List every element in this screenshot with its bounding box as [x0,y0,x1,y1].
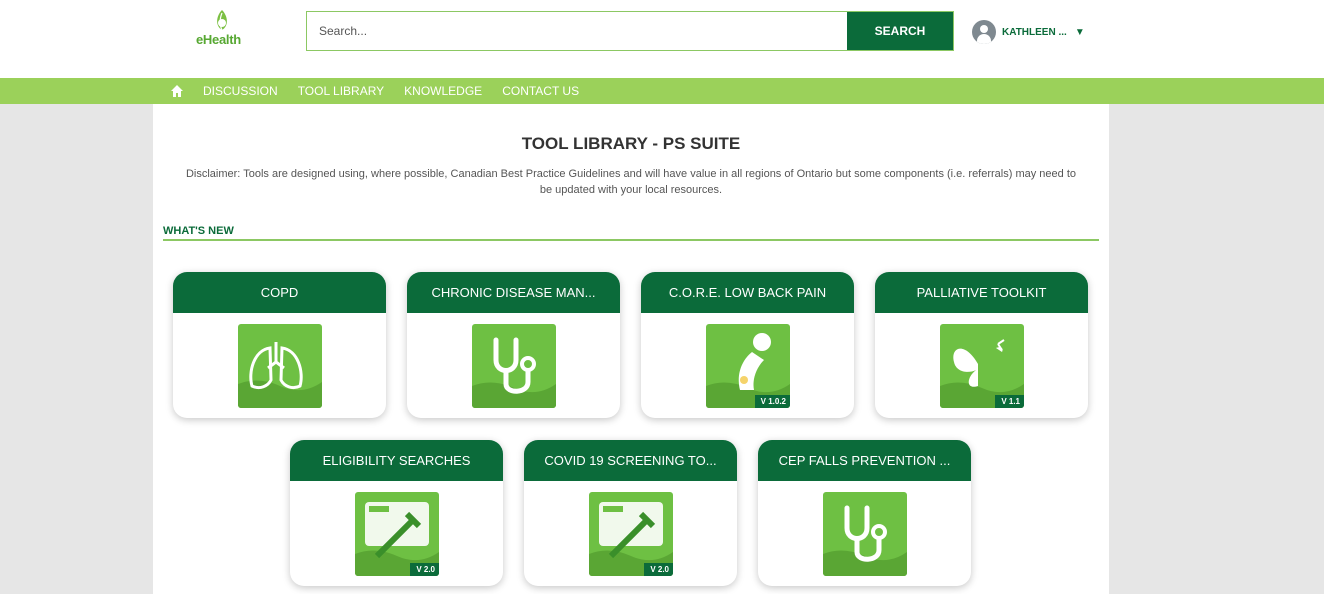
avatar [972,20,996,44]
back-pain-icon: V 1.0.2 [706,324,790,408]
tool-card-covid-screening[interactable]: COVID 19 SCREENING TO... V 2.0 [524,440,737,586]
disclaimer-text: Disclaimer: Tools are designed using, wh… [185,168,1077,196]
version-badge: V 2.0 [644,563,673,576]
tool-card-chronic-disease[interactable]: CHRONIC DISEASE MAN... [407,272,620,418]
stethoscope-icon [823,492,907,576]
search-button[interactable]: SEARCH [847,12,953,50]
nav-item-discussion[interactable]: DISCUSSION [203,84,278,98]
section-divider [163,239,1099,241]
content-panel: TOOL LIBRARY - PS SUITE Disclaimer: Tool… [153,104,1109,594]
tool-card-copd[interactable]: COPD [173,272,386,418]
nav-item-tool-library[interactable]: TOOL LIBRARY [298,84,384,98]
header: eHealth SEARCH KATHLEEN ... ▼ [0,0,1324,78]
card-title: COPD [173,272,386,313]
butterfly-icon: V 1.1 [940,324,1024,408]
ehealth-logo[interactable]: eHealth [192,8,256,50]
logo-text: eHealth [196,32,241,47]
home-icon[interactable] [170,84,184,98]
card-title: CHRONIC DISEASE MAN... [407,272,620,313]
syringe-icon: V 2.0 [589,492,673,576]
user-name: KATHLEEN ... [1002,26,1067,38]
version-badge: V 2.0 [410,563,439,576]
search-bar: SEARCH [306,11,954,51]
card-title: C.O.R.E. LOW BACK PAIN [641,272,854,313]
tool-card-eligibility-searches[interactable]: ELIGIBILITY SEARCHES V 2.0 [290,440,503,586]
card-title: PALLIATIVE TOOLKIT [875,272,1088,313]
nav-item-contact-us[interactable]: CONTACT US [502,84,579,98]
tool-card-core-low-back-pain[interactable]: C.O.R.E. LOW BACK PAIN V 1.0.2 [641,272,854,418]
user-menu[interactable]: KATHLEEN ... ▼ [972,20,1085,44]
stethoscope-icon [472,324,556,408]
section-heading: WHAT'S NEW [163,225,234,237]
main-nav: DISCUSSION TOOL LIBRARY KNOWLEDGE CONTAC… [0,78,1324,104]
version-badge: V 1.0.2 [754,395,790,408]
page-title: TOOL LIBRARY - PS SUITE [521,134,741,153]
nav-item-knowledge[interactable]: KNOWLEDGE [404,84,482,98]
caret-down-icon: ▼ [1074,26,1085,38]
syringe-icon: V 2.0 [355,492,439,576]
leaf-logo-icon [217,10,227,31]
version-badge: V 1.1 [995,395,1024,408]
card-title: ELIGIBILITY SEARCHES [290,440,503,481]
tool-card-cep-falls-prevention[interactable]: CEP FALLS PREVENTION ... [758,440,971,586]
search-input[interactable] [307,12,847,50]
card-title: COVID 19 SCREENING TO... [524,440,737,481]
card-title: CEP FALLS PREVENTION ... [758,440,971,481]
lungs-icon [238,324,322,408]
tool-card-palliative-toolkit[interactable]: PALLIATIVE TOOLKIT V 1.1 [875,272,1088,418]
